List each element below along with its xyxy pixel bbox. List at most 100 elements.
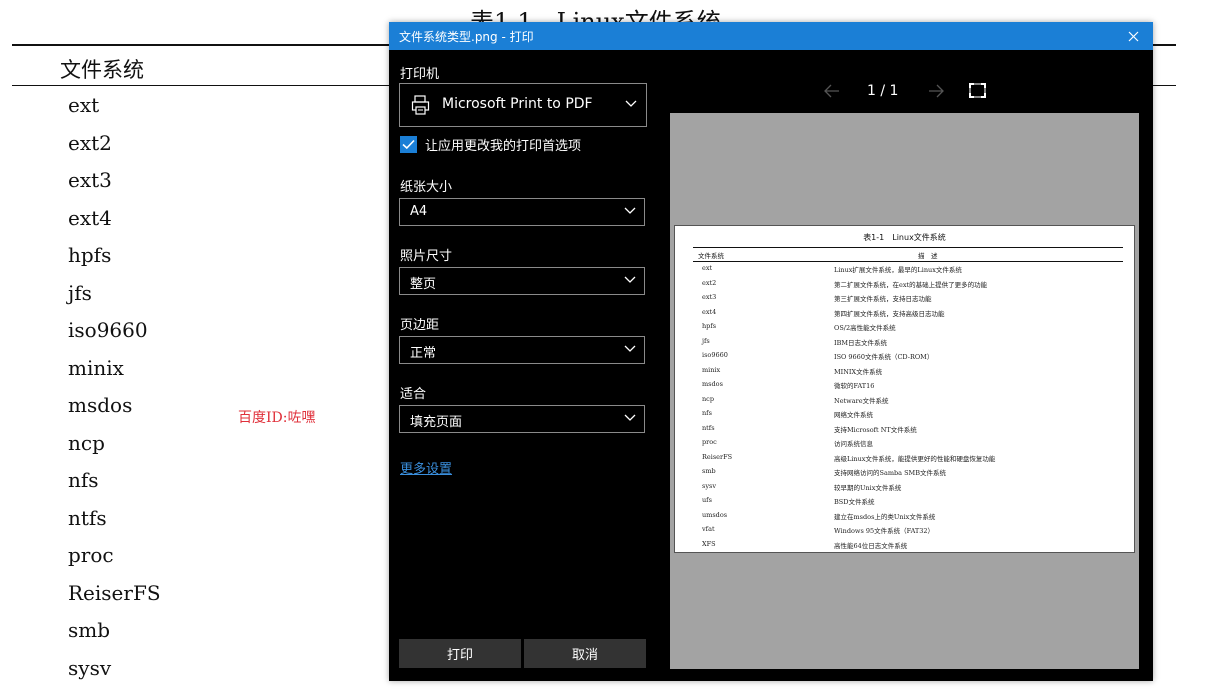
preview-cell-description: Netware文件系统 [834, 395, 889, 405]
dialog-titlebar[interactable]: 文件系统类型.png - 打印 [389, 22, 1153, 50]
chevron-down-icon [624, 276, 636, 284]
allow-app-preferences-row[interactable]: 让应用更改我的打印首选项 [400, 134, 581, 154]
preview-table-row: ufs BSD文件系统 [675, 494, 1134, 509]
chevron-down-icon [624, 207, 636, 215]
background-list-item: msdos [68, 392, 161, 430]
fit-dropdown[interactable]: 填充页面 [399, 405, 645, 433]
print-dialog: 文件系统类型.png - 打印 打印机 Microsoft Print to P… [389, 22, 1153, 681]
preview-table-row: iso9660 ISO 9660文件系统（CD-ROM） [675, 349, 1134, 364]
checkmark-icon [402, 139, 415, 150]
watermark: 百度ID:咗嘿 [238, 407, 315, 427]
preview-cell-description: IBM日志文件系统 [834, 337, 887, 347]
print-button[interactable]: 打印 [399, 639, 521, 668]
preview-table-row: jfs IBM日志文件系统 [675, 335, 1134, 350]
preview-table-row: hpfs OS/2高性能文件系统 [675, 320, 1134, 335]
preview-rule-top [693, 247, 1123, 248]
preview-cell-description: 支持网络访问的Samba SMB文件系统 [834, 467, 946, 477]
background-list-item: iso9660 [68, 317, 161, 355]
photo-size-label: 照片尺寸 [400, 245, 452, 264]
preview-cell-filesystem: ntfs [702, 424, 715, 432]
background-list-item: minix [68, 355, 161, 393]
preview-cell-filesystem: sysv [702, 482, 716, 490]
background-list-item: smb [68, 617, 161, 655]
preview-cell-filesystem: smb [702, 467, 716, 475]
preview-cell-filesystem: iso9660 [702, 351, 728, 359]
preview-cell-description: Windows 95文件系统（FAT32） [834, 525, 934, 535]
preview-cell-filesystem: proc [702, 438, 717, 446]
margins-label: 页边距 [400, 314, 439, 333]
margins-dropdown[interactable]: 正常 [399, 336, 645, 364]
background-list-item: ext2 [68, 130, 161, 168]
preview-table-row: sysv 较早期的Unix文件系统 [675, 480, 1134, 495]
preview-cell-description: MINIX文件系统 [834, 366, 882, 376]
preview-cell-description: BSD文件系统 [834, 496, 874, 506]
preview-cell-filesystem: hpfs [702, 322, 716, 330]
preview-cell-description: 高级Linux文件系统，能提供更好的性能和硬盘恢复功能 [834, 453, 995, 463]
preview-table-row: proc 访问系统信息 [675, 436, 1134, 451]
preview-table-row: ntfs 支持Microsoft NT文件系统 [675, 422, 1134, 437]
preview-cell-description: 访问系统信息 [834, 438, 873, 448]
preview-table-row: ext3 第三扩展文件系统，支持日志功能 [675, 291, 1134, 306]
cancel-button[interactable]: 取消 [524, 639, 646, 668]
preview-cell-description: 微软的FAT16 [834, 380, 874, 390]
background-list-item: jfs [68, 280, 161, 318]
preview-cell-filesystem: vfat [702, 525, 715, 533]
preview-cell-filesystem: ufs [702, 496, 712, 504]
preview-cell-filesystem: ext3 [702, 293, 716, 301]
dialog-title: 文件系统类型.png - 打印 [399, 28, 534, 45]
preview-table-row: msdos微软的FAT16 [675, 378, 1134, 393]
close-button[interactable] [1113, 22, 1153, 50]
background-column-header: 文件系统 [60, 54, 144, 84]
preview-table-row: extLinux扩展文件系统，最早的Linux文件系统 [675, 262, 1134, 277]
preview-cell-description: 较早期的Unix文件系统 [834, 482, 901, 492]
preview-cell-filesystem: minix [702, 366, 720, 374]
chevron-down-icon [624, 345, 636, 353]
preview-cell-filesystem: umsdos [702, 511, 727, 519]
preview-cell-filesystem: jfs [702, 337, 710, 345]
preview-table-row: ncpNetware文件系统 [675, 393, 1134, 408]
preview-cell-description: OS/2高性能文件系统 [834, 322, 896, 332]
background-list-item: ext3 [68, 167, 161, 205]
paper-size-value: A4 [410, 204, 427, 219]
fit-page-icon[interactable] [969, 83, 986, 98]
more-settings-link[interactable]: 更多设置 [400, 458, 452, 477]
background-list-item: hpfs [68, 242, 161, 280]
background-list-item: ncp [68, 430, 161, 468]
arrow-left-icon[interactable] [823, 82, 841, 100]
preview-table-row: ext4第四扩展文件系统，支持高级日志功能 [675, 306, 1134, 321]
preview-table-row: umsdos 建立在msdos上的类Unix文件系统 [675, 509, 1134, 524]
preview-col-filesystem: 文件系统 [698, 250, 724, 260]
print-preview-area: 表1-1 Linux文件系统 文件系统 描 述 extLinux扩展文件系统，最… [670, 113, 1139, 669]
page-indicator: 1 / 1 [867, 83, 898, 99]
close-icon [1128, 31, 1139, 42]
allow-app-preferences-checkbox[interactable] [400, 136, 417, 153]
preview-table-row: ReiserFS 高级Linux文件系统，能提供更好的性能和硬盘恢复功能 [675, 451, 1134, 466]
background-list-item: nfs [68, 467, 161, 505]
preview-table-row: smb 支持网络访问的Samba SMB文件系统 [675, 465, 1134, 480]
printer-label: 打印机 [400, 63, 439, 82]
background-list-item: ext4 [68, 205, 161, 243]
fit-label: 适合 [400, 383, 426, 402]
paper-size-dropdown[interactable]: A4 [399, 198, 645, 226]
allow-app-preferences-label: 让应用更改我的打印首选项 [425, 135, 581, 154]
background-list-item: ReiserFS [68, 580, 161, 618]
margins-value: 正常 [410, 342, 436, 361]
preview-cell-filesystem: ReiserFS [702, 453, 732, 461]
arrow-right-icon[interactable] [927, 82, 945, 100]
preview-cell-description: 高性能64位日志文件系统 [834, 540, 907, 550]
paper-size-label: 纸张大小 [400, 176, 452, 195]
preview-table-row: nfs网络文件系统 [675, 407, 1134, 422]
preview-cell-filesystem: ext [702, 264, 712, 272]
preview-cell-filesystem: ext2 [702, 279, 716, 287]
preview-col-description: 描 述 [918, 250, 938, 260]
preview-cell-description: ISO 9660文件系统（CD-ROM） [834, 351, 933, 361]
chevron-down-icon [624, 414, 636, 422]
preview-table-row: vfat Windows 95文件系统（FAT32） [675, 523, 1134, 538]
background-list-item: sysv [68, 655, 161, 692]
preview-cell-description: 第四扩展文件系统，支持高级日志功能 [834, 308, 945, 318]
preview-table-rows: extLinux扩展文件系统，最早的Linux文件系统ext2第二扩展文件系统，… [675, 262, 1134, 552]
preview-cell-description: 第三扩展文件系统，支持日志功能 [834, 293, 932, 303]
preview-cell-description: 支持Microsoft NT文件系统 [834, 424, 917, 434]
photo-size-dropdown[interactable]: 整页 [399, 267, 645, 295]
preview-cell-description: 建立在msdos上的类Unix文件系统 [834, 511, 935, 521]
